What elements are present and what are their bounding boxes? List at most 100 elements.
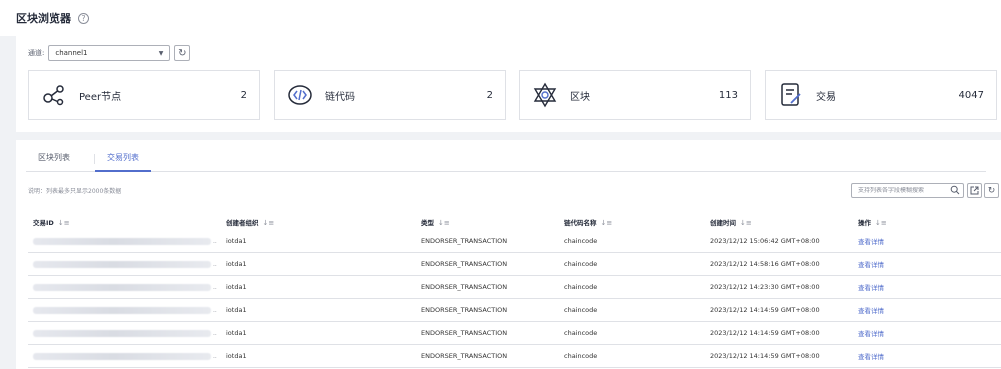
list-note: 说明：列表最多只显示2000条数据 [28, 188, 122, 195]
chaincode-cell: chaincode [564, 283, 598, 291]
question-circle-icon[interactable]: ? [78, 12, 89, 24]
type-cell: ENDORSER_TRANSACTION [421, 237, 508, 245]
type-cell: ENDORSER_TRANSACTION [421, 260, 508, 268]
type-cell: ENDORSER_TRANSACTION [421, 352, 508, 360]
stat-label-block: 区块 [570, 91, 590, 103]
table-header: 交易ID ↓≡ 创建者组织 ↓≡ 类型 ↓≡ 链代码名称 ↓≡ 创建时间 ↓≡ 操作 ↓≡ [28, 214, 1001, 230]
col-header-type[interactable]: 类型 ↓≡ [421, 217, 564, 227]
export-button[interactable] [967, 183, 982, 198]
channel-selector-row: 通道: channel1 ▼ ↻ [28, 44, 191, 62]
block-icon [532, 82, 558, 108]
chaincode-cell: chaincode [564, 306, 598, 314]
redacted-txid [33, 329, 211, 337]
stat-value-transaction: 4047 [958, 89, 984, 101]
org-cell: iotda1 [226, 283, 247, 291]
org-cell: iotda1 [226, 306, 247, 314]
txid-cell: .. [28, 260, 226, 268]
col-header-org[interactable]: 创建者组织 ↓≡ [226, 217, 421, 227]
chaincode-cell: chaincode [564, 260, 598, 268]
time-cell: 2023/12/12 15:06:42 GMT+08:00 [710, 237, 820, 245]
redacted-txid [33, 306, 211, 314]
sort-icon[interactable]: ↓≡ [740, 219, 752, 227]
type-cell: ENDORSER_TRANSACTION [421, 329, 508, 337]
channel-label: 通道: [28, 49, 45, 57]
refresh-icon: ↻ [987, 185, 996, 196]
txid-cell: .. [28, 352, 226, 360]
view-details-link[interactable]: 查看详情 [858, 328, 988, 338]
time-cell: 2023/12/12 14:14:59 GMT+08:00 [710, 352, 820, 360]
chevron-down-icon: ▼ [158, 49, 164, 57]
refresh-icon[interactable]: ↻ [174, 45, 191, 61]
stat-value-chaincode: 2 [486, 89, 493, 101]
stat-label-chaincode: 链代码 [325, 91, 355, 103]
view-details-link[interactable]: 查看详情 [858, 259, 988, 269]
stat-card-peer[interactable]: Peer节点 2 [28, 70, 260, 120]
col-header-txid[interactable]: 交易ID ↓≡ [28, 217, 226, 227]
txid-cell: .. [28, 306, 226, 314]
time-cell: 2023/12/12 14:23:30 GMT+08:00 [710, 283, 820, 291]
channel-select[interactable]: channel1 ▼ [48, 45, 171, 61]
list-panel: 区块列表 交易列表 说明：列表最多只显示2000条数据 ↻ 交易ID↓≡ 创建者… [16, 140, 1001, 369]
sort-icon[interactable]: ↓≡ [875, 219, 887, 227]
tab-bar: 区块列表 交易列表 [26, 150, 986, 172]
org-cell: iotda1 [226, 329, 247, 337]
table-row: .. iotda1 ENDORSER_TRANSACTION chaincode… [28, 345, 1001, 368]
col-header-action: 操作 ↓≡ [858, 219, 887, 227]
sort-icon[interactable]: ↓≡ [438, 219, 450, 227]
search-input[interactable] [858, 187, 946, 194]
sort-icon[interactable]: ↓≡ [601, 219, 613, 227]
view-details-link[interactable]: 查看详情 [858, 282, 988, 292]
chaincode-icon [287, 82, 313, 108]
org-cell: iotda1 [226, 260, 247, 268]
page-title: 区块浏览器 [16, 12, 71, 25]
time-cell: 2023/12/12 14:58:16 GMT+08:00 [710, 260, 820, 268]
table-row: .. iotda1 ENDORSER_TRANSACTION chaincode… [28, 299, 1001, 322]
chaincode-cell: chaincode [564, 237, 598, 245]
channel-select-value: channel1 [55, 49, 88, 57]
tab-transaction-list[interactable]: 交易列表 [95, 150, 151, 172]
chaincode-cell: chaincode [564, 352, 598, 360]
sort-icon[interactable]: ↓≡ [58, 219, 70, 227]
col-header-time[interactable]: 创建时间 ↓≡ [710, 217, 858, 227]
stat-value-block: 113 [718, 89, 738, 101]
time-cell: 2023/12/12 14:14:59 GMT+08:00 [710, 329, 820, 337]
peer-node-icon [41, 82, 67, 108]
transaction-icon [778, 82, 804, 108]
col-header-chaincode[interactable]: 链代码名称 ↓≡ [564, 217, 710, 227]
time-cell: 2023/12/12 14:14:59 GMT+08:00 [710, 306, 820, 314]
txid-cell: .. [28, 329, 226, 337]
sort-icon[interactable]: ↓≡ [263, 219, 275, 227]
redacted-txid [33, 283, 211, 291]
stat-card-transaction[interactable]: 交易 4047 [765, 70, 997, 120]
table-row: .. iotda1 ENDORSER_TRANSACTION chaincode… [28, 253, 1001, 276]
stat-value-peer: 2 [240, 89, 247, 101]
stat-label-transaction: 交易 [816, 91, 836, 103]
view-details-link[interactable]: 查看详情 [858, 305, 988, 315]
search-icon[interactable] [950, 185, 960, 195]
table-row: .. iotda1 ENDORSER_TRANSACTION chaincode… [28, 230, 1001, 253]
type-cell: ENDORSER_TRANSACTION [421, 306, 508, 314]
view-details-link[interactable]: 查看详情 [858, 351, 988, 361]
refresh-list-button[interactable]: ↻ [984, 183, 999, 198]
view-details-link[interactable]: 查看详情 [858, 236, 988, 246]
overview-panel: 通道: channel1 ▼ ↻ Peer节点 2 链代码 2 区块 113 交… [16, 36, 1001, 132]
org-cell: iotda1 [226, 352, 247, 360]
stat-card-chaincode[interactable]: 链代码 2 [274, 70, 506, 120]
org-cell: iotda1 [226, 237, 247, 245]
stat-label-peer: Peer节点 [79, 91, 122, 103]
search-box[interactable] [851, 183, 964, 198]
table-row: .. iotda1 ENDORSER_TRANSACTION chaincode… [28, 322, 1001, 345]
redacted-txid [33, 260, 211, 268]
page-header: 区块浏览器 ? [0, 0, 1001, 36]
transaction-table: 交易ID ↓≡ 创建者组织 ↓≡ 类型 ↓≡ 链代码名称 ↓≡ 创建时间 ↓≡ 操作 ↓≡ … [28, 214, 1001, 368]
export-icon [970, 186, 979, 195]
redacted-txid [33, 237, 211, 245]
txid-cell: .. [28, 283, 226, 291]
redacted-txid [33, 352, 211, 360]
stat-card-block[interactable]: 区块 113 [519, 70, 751, 120]
tab-block-list[interactable]: 区块列表 [26, 150, 82, 172]
txid-cell: .. [28, 237, 226, 245]
table-row: .. iotda1 ENDORSER_TRANSACTION chaincode… [28, 276, 1001, 299]
chaincode-cell: chaincode [564, 329, 598, 337]
type-cell: ENDORSER_TRANSACTION [421, 283, 508, 291]
